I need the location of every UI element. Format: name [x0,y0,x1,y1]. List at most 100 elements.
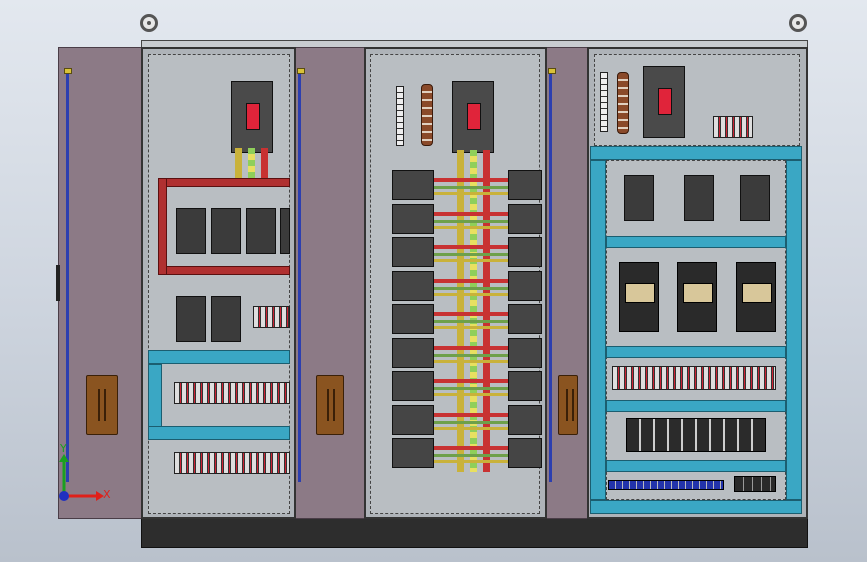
busbar-tap [434,211,508,216]
busbar-tap [434,420,508,424]
busbar-center-l2 [470,150,477,472]
lifting-eye-right [789,14,807,32]
mcb-center-right-6[interactable] [508,337,542,368]
busbar-tap [434,387,508,390]
mcb-right-2[interactable] [684,175,714,221]
busbar-tap [434,259,508,262]
cable-duct-right-row-2 [606,346,786,358]
busbar-tap [434,379,508,383]
terminal-strip-right-1 [612,366,776,390]
hinge-pin [548,68,556,74]
lifting-eye-left [140,14,158,32]
busbar-tap [434,426,508,430]
mcb-center-left-4[interactable] [392,270,434,301]
mcb-center-left-3[interactable] [392,237,434,267]
mcb-right-1[interactable] [624,175,654,221]
busbar-frame-side [158,178,167,275]
contactor-3[interactable] [736,262,776,332]
main-breaker-left[interactable] [231,81,273,153]
busbar-phase-l3 [261,148,268,180]
busbar-phase-l2 [248,148,255,180]
door-center-right-hinge [549,72,552,482]
copper-bar-vertical [421,84,433,146]
busbar-tap [434,292,508,296]
busbar-tap [434,454,508,457]
cable-duct-right-row-4 [606,460,786,472]
door-left-hinge [66,72,69,482]
door-left-latch [56,265,60,301]
mcb-left-2[interactable] [211,208,241,254]
relay-bank[interactable] [626,418,766,452]
busbar-frame-bottom [158,266,290,275]
busbar-tap [434,225,508,229]
door-center-right-handle[interactable] [558,375,578,435]
mcb-left-4[interactable] [280,208,290,254]
mcb-center-right-8[interactable] [508,404,542,435]
terminal-strip-left-2 [174,452,290,474]
mcb-left-6[interactable] [211,296,241,342]
mcb-center-left-5[interactable] [392,304,434,334]
mcb-center-left-7[interactable] [392,371,434,401]
busbar-tap [434,412,508,417]
mcb-center-right-9[interactable] [508,438,542,468]
busbar-center-l1 [457,150,464,472]
busbar-tap [434,253,508,256]
contactor-1[interactable] [619,262,659,332]
mcb-center-right-5[interactable] [508,304,542,334]
main-breaker-right[interactable] [643,66,685,138]
busbar-tap [434,178,508,182]
y-axis-head [59,454,69,462]
door-left-handle[interactable] [86,375,118,435]
mcb-center-right-3[interactable] [508,237,542,267]
main-breaker-center[interactable] [452,81,494,153]
busbar-tap [434,186,508,189]
mcb-center-right-7[interactable] [508,371,542,401]
mcb-center-right-1[interactable] [508,170,542,200]
cabinet-plinth [141,518,808,548]
cable-duct-left-1 [148,350,290,364]
mcb-left-3[interactable] [246,208,276,254]
mcb-center-left-1[interactable] [392,170,434,200]
busbar-tap [434,393,508,396]
y-axis-label: Y [60,442,67,455]
busbar-tap [434,219,508,223]
busbar-tap [434,446,508,450]
busbar-tap [434,345,508,350]
terminal-block-right-top [713,116,753,138]
mcb-center-left-6[interactable] [392,337,434,368]
door-center-left[interactable] [294,47,366,519]
hinge-pin [297,68,305,74]
busbar-phase-l1 [235,148,242,180]
cable-duct-right-frame-top [590,146,802,160]
cable-duct-right-frame-bottom [590,500,802,514]
mcb-center-right-4[interactable] [508,270,542,301]
busbar-tap [434,286,508,290]
copper-bar-vertical [617,72,629,134]
mcb-right-3[interactable] [740,175,770,221]
mcb-center-left-9[interactable] [392,438,434,468]
contactor-2[interactable] [677,262,717,332]
x-axis-label: X [103,488,111,501]
terminal-strip-left-1 [174,382,290,404]
cable-duct-right-frame-right [786,160,802,500]
hinge-pin [64,68,72,74]
terminal-blocks-black [734,476,776,492]
terminal-strip-vertical [600,72,608,132]
busbar-frame-top [158,178,290,187]
mcb-left-5[interactable] [176,296,206,342]
terminal-block-left-a [253,306,290,328]
cable-duct-right-row-3 [606,400,786,412]
mcb-center-left-2[interactable] [392,203,434,234]
busbar-tap [434,359,508,363]
mcb-center-right-2[interactable] [508,203,542,234]
busbar-tap [434,353,508,357]
mcb-left-1[interactable] [176,208,206,254]
mcb-center-left-8[interactable] [392,404,434,435]
door-center-left-handle[interactable] [316,375,344,435]
terminal-strip-vertical [396,86,404,146]
busbar-tap [434,460,508,463]
cable-duct-right-row-1 [606,236,786,248]
door-center-left-hinge [298,72,301,482]
busbar-center-l3 [483,150,490,472]
busbar-tap [434,326,508,329]
